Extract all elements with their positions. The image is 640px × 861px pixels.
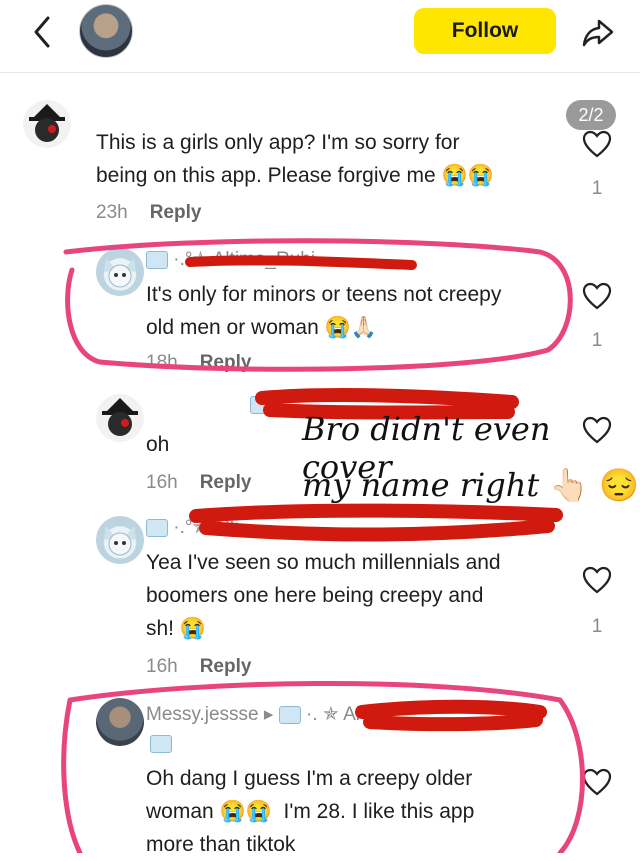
- redaction-stroke: [189, 503, 563, 542]
- redaction-stroke: [185, 255, 417, 270]
- redaction-stroke: [355, 699, 547, 732]
- pointing-up-emoji: 👆🏻 😔: [549, 466, 640, 504]
- annotation-text: my name right 👆🏻 😔: [302, 466, 640, 504]
